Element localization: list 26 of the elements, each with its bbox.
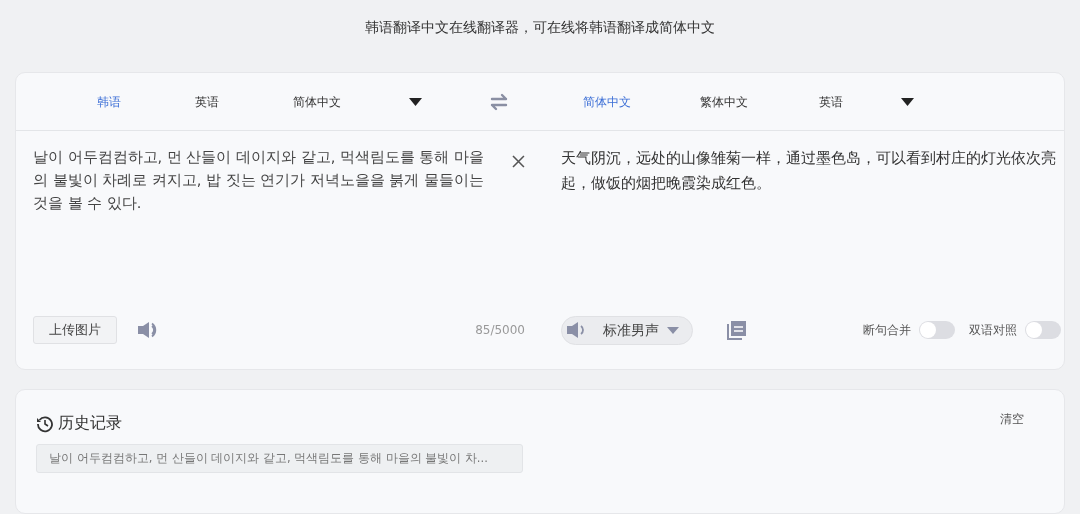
dropdown-caret-icon[interactable] bbox=[901, 97, 914, 106]
language-tab[interactable]: 英语 bbox=[801, 92, 861, 111]
dropdown-caret-icon[interactable] bbox=[409, 97, 422, 106]
source-text[interactable]: 날이 어두컴컴하고, 먼 산들이 데이지와 같고, 먹색림도를 통해 마을의 불빛이 차례로 켜지고, 밥 짓는 연기가 저녁노을을 붉게 물들이는 것을 볼 수 있다. bbox=[33, 146, 496, 311]
upload-image-button[interactable]: 上传图片 bbox=[33, 316, 117, 344]
history-item[interactable]: 날이 어두컴컴하고, 먼 산들이 데이지와 같고, 먹색림도를 통해 마을의 불빛이 차... bbox=[36, 444, 523, 474]
toggle-switch[interactable] bbox=[919, 321, 955, 339]
close-icon[interactable] bbox=[512, 155, 525, 168]
language-tab[interactable]: 简体中文 bbox=[264, 92, 369, 111]
toggle-label: 断句合并 bbox=[863, 322, 911, 339]
character-count: 85/5000 bbox=[475, 322, 525, 339]
clear-link[interactable]: 清空 bbox=[1000, 410, 1024, 428]
language-tab[interactable]: 繁体中文 bbox=[647, 92, 801, 111]
language-tab[interactable]: 韩语 bbox=[69, 92, 149, 111]
voice-select[interactable]: 标准男声 bbox=[561, 315, 693, 345]
history-icon bbox=[36, 414, 54, 433]
toggle-switch[interactable] bbox=[1025, 321, 1061, 339]
swap-icon[interactable] bbox=[489, 92, 509, 111]
translation-text: 天气阴沉，远处的山像雏菊一样，通过墨色岛，可以看到村庄的灯光依次亮起，做饭的烟把晚霞染成红色。 bbox=[561, 149, 1057, 193]
page-title: 韩语翻译中文在线翻译器，可在线将韩语翻译成简体中文 bbox=[365, 18, 715, 37]
caret-icon bbox=[667, 326, 679, 334]
copy-icon[interactable] bbox=[727, 320, 746, 340]
language-tab[interactable]: 简体中文 bbox=[567, 92, 647, 111]
toggle-label: 双语对照 bbox=[969, 322, 1017, 339]
history-title: 历史记录 bbox=[58, 413, 122, 434]
language-tab[interactable]: 英语 bbox=[149, 92, 264, 111]
